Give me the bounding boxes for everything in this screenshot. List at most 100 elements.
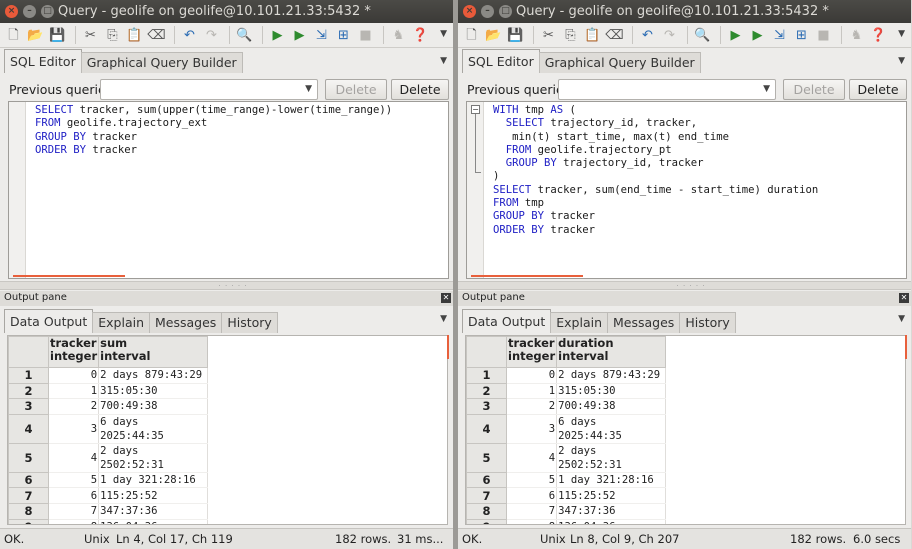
row-number[interactable]: 8	[466, 502, 507, 520]
cancel-query-icon[interactable]: ■	[356, 26, 375, 45]
row-number[interactable]: 3	[8, 398, 49, 415]
maximize-window-icon[interactable]: □	[499, 5, 512, 18]
maximize-window-icon[interactable]: □	[41, 5, 54, 18]
column-header-duration[interactable]: duration interval	[556, 336, 667, 368]
tracker-cell[interactable]: 3	[48, 414, 100, 444]
tab-history[interactable]: History	[221, 312, 278, 333]
execute-pgscript-icon[interactable]: ▶	[290, 26, 309, 45]
table-row[interactable]: 436 days 2025:44:35	[8, 413, 209, 444]
interval-cell[interactable]: 2 days 2502:52:31	[556, 443, 667, 473]
redo-icon[interactable]: ↷	[660, 26, 679, 45]
grid-corner[interactable]	[466, 336, 507, 368]
sql-code[interactable]: WITH tmp AS ( SELECT trajectory_id, trac…	[493, 104, 818, 237]
tab-sql-editor[interactable]: SQL Editor	[462, 49, 540, 73]
close-pane-icon[interactable]: ✕	[441, 293, 451, 303]
table-row[interactable]: 98136:04:36	[8, 518, 209, 524]
interval-cell[interactable]: 136:04:36	[98, 519, 209, 524]
interval-cell[interactable]: 2 days 879:43:29	[556, 367, 667, 384]
cancel-query-icon[interactable]: ■	[814, 26, 833, 45]
row-number[interactable]: 2	[466, 382, 507, 400]
tracker-cell[interactable]: 7	[506, 503, 558, 520]
grid-corner[interactable]	[8, 336, 49, 368]
interval-cell[interactable]: 1 day 321:28:16	[98, 472, 209, 489]
row-number[interactable]: 3	[466, 398, 507, 415]
execute-pgscript-icon[interactable]: ▶	[748, 26, 767, 45]
new-file-icon[interactable]: 🗋	[4, 26, 23, 45]
row-number[interactable]: 6	[466, 471, 507, 489]
execute-icon[interactable]: ▶	[268, 26, 287, 45]
interval-cell[interactable]: 136:04:36	[556, 519, 667, 524]
column-header-tracker[interactable]: tracker integer	[505, 336, 558, 368]
row-number[interactable]: 7	[466, 487, 507, 504]
undo-icon[interactable]: ↶	[638, 26, 657, 45]
minimize-window-icon[interactable]: –	[481, 5, 494, 18]
close-window-icon[interactable]: ×	[5, 5, 18, 18]
tab-sql-editor[interactable]: SQL Editor	[4, 49, 82, 73]
open-folder-icon[interactable]: 📂	[26, 26, 45, 45]
open-folder-icon[interactable]: 📂	[484, 26, 503, 45]
tab-messages[interactable]: Messages	[149, 312, 223, 333]
table-row[interactable]: 8 7 347:37:36	[8, 502, 209, 520]
clear-icon[interactable]: ⌫	[147, 26, 166, 45]
interval-cell[interactable]: 6 days 2025:44:35	[98, 414, 209, 444]
tracker-cell[interactable]: 8	[48, 519, 100, 524]
tracker-cell[interactable]: 2	[506, 398, 558, 415]
row-number[interactable]: 1	[8, 367, 49, 384]
previous-queries-select[interactable]: ▼	[100, 79, 318, 100]
scroll-marker[interactable]	[905, 335, 907, 359]
table-row[interactable]: 651 day 321:28:16	[466, 471, 667, 489]
row-number[interactable]: 4	[8, 413, 49, 444]
tracker-cell[interactable]: 1	[506, 383, 558, 400]
table-row[interactable]: 8 7 347:37:36	[466, 502, 667, 520]
row-number[interactable]: 8	[8, 502, 49, 520]
tracker-cell[interactable]: 8	[506, 519, 558, 524]
tab-data-output[interactable]: Data Output	[4, 309, 94, 333]
output-tab-menu-arrow-icon[interactable]: ▼	[898, 314, 905, 324]
table-row[interactable]: 7 6 115:25:52	[466, 487, 667, 504]
find-icon[interactable]: 🔍	[235, 26, 254, 45]
table-row[interactable]: 98136:04:36	[466, 518, 667, 524]
help-icon[interactable]: ❓	[869, 26, 888, 45]
interval-cell[interactable]: 315:05:30	[556, 383, 667, 400]
interval-cell[interactable]: 115:25:52	[556, 487, 667, 504]
execute-to-file-icon[interactable]: ⇲	[770, 26, 789, 45]
tab-explain[interactable]: Explain	[550, 312, 609, 333]
table-row[interactable]: 542 days 2502:52:31	[8, 442, 209, 473]
interval-cell[interactable]: 315:05:30	[98, 383, 209, 400]
column-header-sum[interactable]: sum interval	[98, 336, 209, 368]
row-number[interactable]: 7	[8, 487, 49, 504]
execute-icon[interactable]: ▶	[726, 26, 745, 45]
tab-data-output[interactable]: Data Output	[462, 309, 552, 333]
row-number[interactable]: 6	[8, 471, 49, 489]
copy-icon[interactable]: ⎘	[561, 26, 580, 45]
vacuum-icon[interactable]: ♞	[847, 26, 866, 45]
execute-to-file-icon[interactable]: ⇲	[312, 26, 331, 45]
row-number[interactable]: 9	[466, 518, 507, 524]
toolbar-overflow-arrow-icon[interactable]: ▼	[898, 29, 905, 39]
table-row[interactable]: 7 6 115:25:52	[8, 487, 209, 504]
title-bar[interactable]: × – □ Query - geolife on geolife@10.101.…	[458, 0, 911, 23]
previous-queries-select[interactable]: ▼	[558, 79, 776, 100]
table-row[interactable]: 3 2 700:49:38	[466, 398, 667, 415]
pane-splitter[interactable]: · · · · ·	[458, 281, 911, 290]
interval-cell[interactable]: 700:49:38	[98, 398, 209, 415]
tracker-cell[interactable]: 7	[48, 503, 100, 520]
paste-icon[interactable]: 📋	[583, 26, 602, 45]
tab-menu-arrow-icon[interactable]: ▼	[440, 56, 447, 66]
interval-cell[interactable]: 2 days 2502:52:31	[98, 443, 209, 473]
save-icon[interactable]: 💾	[506, 26, 525, 45]
interval-cell[interactable]: 347:37:36	[98, 503, 209, 520]
paste-icon[interactable]: 📋	[125, 26, 144, 45]
tracker-cell[interactable]: 4	[506, 443, 558, 473]
row-number[interactable]: 2	[8, 382, 49, 400]
fold-toggle-icon[interactable]: −	[471, 105, 480, 114]
tracker-cell[interactable]: 4	[48, 443, 100, 473]
table-row[interactable]: 3 2 700:49:38	[8, 398, 209, 415]
tracker-cell[interactable]: 6	[506, 487, 558, 504]
save-icon[interactable]: 💾	[48, 26, 67, 45]
tracker-cell[interactable]: 0	[506, 367, 558, 384]
tracker-cell[interactable]: 0	[48, 367, 100, 384]
clear-icon[interactable]: ⌫	[605, 26, 624, 45]
row-number[interactable]: 1	[466, 367, 507, 384]
tracker-cell[interactable]: 3	[506, 414, 558, 444]
